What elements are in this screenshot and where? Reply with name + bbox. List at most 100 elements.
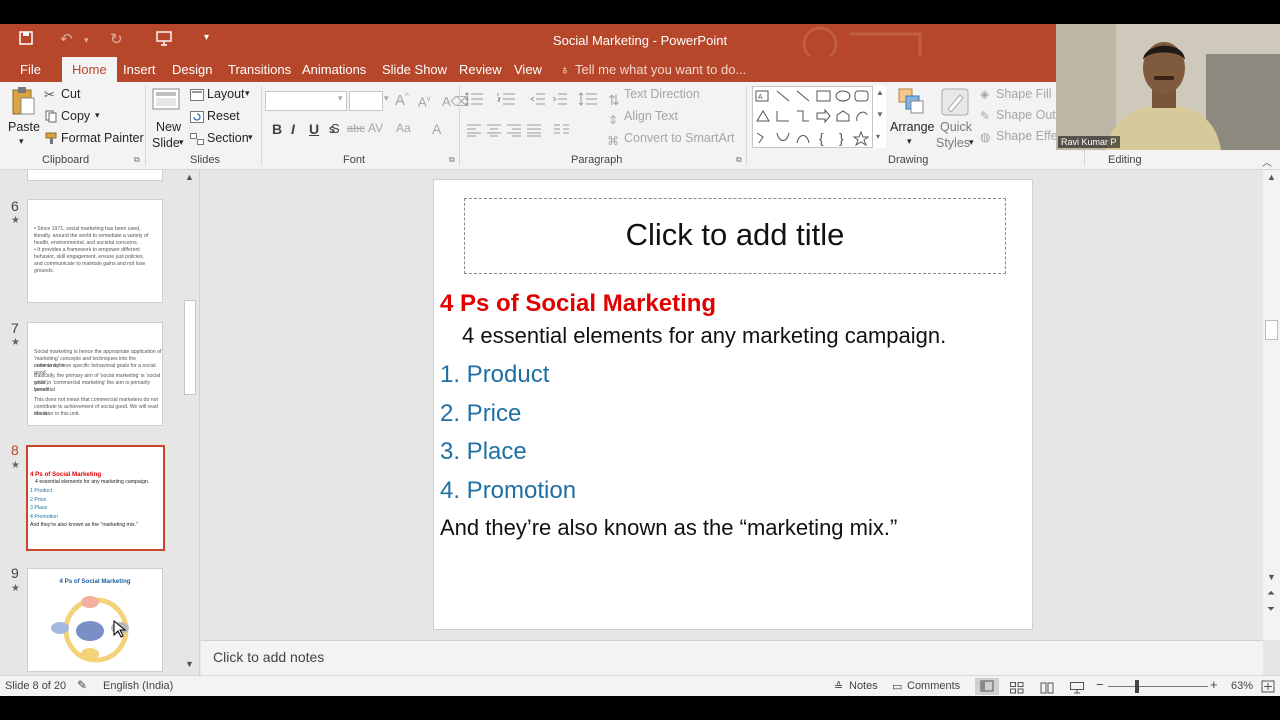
tab-transitions[interactable]: Transitions — [228, 62, 291, 77]
shape-outline-button[interactable]: Shape Outl — [996, 108, 1059, 122]
zoom-in-button[interactable]: + — [1210, 677, 1218, 692]
underline-button[interactable]: U — [309, 121, 319, 137]
slide-list-item[interactable]: 2. Price — [440, 400, 521, 428]
paste-icon[interactable] — [10, 86, 36, 123]
align-text-button[interactable]: Align Text — [624, 109, 678, 123]
line-spacing-icon[interactable] — [578, 91, 598, 112]
zoom-slider[interactable] — [1108, 686, 1208, 687]
thumbnail-scroll-thumb[interactable] — [184, 300, 196, 395]
slide-sorter-icon[interactable] — [1010, 681, 1024, 699]
arrange-dropdown-icon[interactable]: ▾ — [907, 136, 912, 147]
section-dropdown-icon[interactable]: ▾ — [248, 132, 253, 143]
thumbnail-slide-7[interactable]: Social marketing is hence the appropriat… — [27, 322, 163, 426]
slide-closing-text[interactable]: And they’re also known as the “marketing… — [440, 515, 897, 541]
tab-review[interactable]: Review — [459, 62, 502, 77]
justify-icon[interactable] — [526, 123, 542, 142]
spell-check-icon[interactable]: ✎ — [77, 678, 87, 692]
next-slide-icon[interactable]: ⏷ — [1267, 604, 1275, 615]
bullets-icon[interactable] — [465, 92, 485, 111]
slide-show-icon[interactable] — [1070, 681, 1084, 699]
thumbnail-slide-6[interactable]: • Since 1971, social marketing has been … — [27, 199, 163, 303]
increase-font-size-icon[interactable]: A^ — [395, 92, 409, 109]
strikethrough-button[interactable]: abc — [347, 123, 365, 135]
section-button[interactable]: Section — [207, 131, 249, 145]
shapes-gallery[interactable]: A {} — [752, 86, 886, 148]
quick-styles-dropdown-icon[interactable]: ▾ — [969, 137, 974, 148]
tab-slide-show[interactable]: Slide Show — [382, 62, 447, 77]
new-slide-label-2[interactable]: Slide — [152, 136, 180, 150]
previous-slide-icon[interactable]: ⏶ — [1267, 588, 1275, 599]
normal-view-button[interactable] — [975, 678, 999, 695]
decrease-font-size-icon[interactable]: Av — [418, 94, 431, 109]
slide-scrollbar[interactable]: ▲ ▼ ⏶ ⏷ — [1263, 170, 1280, 640]
tab-view[interactable]: View — [514, 62, 542, 77]
thumbnail-slide-9[interactable]: 4 Ps of Social Marketing — [27, 568, 163, 672]
increase-indent-icon[interactable] — [552, 92, 568, 111]
slide-scroll-thumb[interactable] — [1265, 320, 1278, 340]
collapse-ribbon-icon[interactable]: ︿ — [1262, 154, 1272, 169]
zoom-slider-thumb[interactable] — [1135, 680, 1139, 693]
align-center-icon[interactable] — [486, 123, 502, 142]
change-case-icon[interactable]: Aa — [396, 121, 411, 135]
clipboard-launcher-icon[interactable]: ⧉ — [134, 155, 140, 165]
font-launcher-icon[interactable]: ⧉ — [449, 155, 455, 165]
quick-styles-label-2[interactable]: Styles — [936, 136, 970, 150]
reset-button[interactable]: Reset — [207, 109, 240, 123]
slide-subheading[interactable]: 4 essential elements for any marketing c… — [462, 323, 946, 349]
thumbnail-scrollbar[interactable]: ▲ ▼ — [182, 170, 198, 675]
align-right-icon[interactable] — [506, 123, 522, 142]
shape-fill-button[interactable]: Shape Fill — [996, 87, 1052, 101]
thumbnail-slide-5-partial[interactable] — [27, 170, 163, 181]
format-painter-button[interactable]: Format Painter — [61, 131, 144, 145]
thumbnail-slide-8-selected[interactable]: 4 Ps of Social Marketing 4 essential ele… — [26, 445, 165, 551]
font-size-input[interactable] — [349, 91, 383, 111]
paste-button[interactable]: Paste — [8, 120, 40, 134]
tab-design[interactable]: Design — [172, 62, 212, 77]
shadow-icon[interactable]: S — [331, 121, 340, 136]
text-direction-button[interactable]: Text Direction — [624, 87, 700, 101]
zoom-out-button[interactable]: − — [1096, 677, 1104, 692]
slide-list-item[interactable]: 4. Promotion — [440, 477, 576, 505]
font-color-icon[interactable]: A — [432, 121, 441, 137]
slide-canvas[interactable]: Click to add title 4 Ps of Social Market… — [433, 179, 1033, 630]
copy-dropdown-icon[interactable]: ▾ — [95, 110, 100, 121]
title-placeholder[interactable]: Click to add title — [464, 198, 1006, 274]
convert-smartart-button[interactable]: Convert to SmartArt — [624, 131, 734, 145]
slide-list-item[interactable]: 3. Place — [440, 438, 527, 466]
paragraph-launcher-icon[interactable]: ⧉ — [736, 155, 742, 165]
shape-effects-button[interactable]: Shape Effec — [996, 129, 1064, 143]
scroll-down-icon[interactable]: ▼ — [185, 659, 194, 669]
tab-animations[interactable]: Animations — [302, 62, 366, 77]
notes-button[interactable]: Notes — [849, 680, 878, 692]
slide-list-item[interactable]: 1. Product — [440, 361, 549, 389]
scroll-up-icon[interactable]: ▲ — [185, 172, 194, 182]
tab-insert[interactable]: Insert — [123, 62, 156, 77]
align-left-icon[interactable] — [466, 123, 482, 142]
font-family-input[interactable] — [265, 91, 347, 111]
font-family-dropdown-icon[interactable]: ▾ — [338, 93, 343, 104]
arrange-button[interactable]: Arrange — [890, 120, 934, 134]
italic-button[interactable]: I — [291, 121, 295, 137]
scroll-up-icon[interactable]: ▲ — [1267, 172, 1276, 182]
copy-button[interactable]: Copy — [61, 109, 90, 123]
fit-to-window-icon[interactable] — [1261, 680, 1275, 698]
notes-pane[interactable]: Click to add notes — [201, 640, 1263, 675]
cut-button[interactable]: Cut — [61, 87, 80, 101]
tell-me-search[interactable]: Tell me what you want to do... — [575, 62, 746, 77]
slide-heading[interactable]: 4 Ps of Social Marketing — [440, 290, 716, 318]
character-spacing-icon[interactable]: AV — [368, 121, 383, 135]
decrease-indent-icon[interactable] — [530, 92, 546, 111]
layout-button[interactable]: Layout — [207, 87, 245, 101]
bold-button[interactable]: B — [272, 121, 282, 137]
tab-home[interactable]: Home — [62, 57, 117, 82]
scroll-down-icon[interactable]: ▼ — [1267, 572, 1276, 582]
new-slide-label-1[interactable]: New — [156, 120, 181, 134]
new-slide-dropdown-icon[interactable]: ▾ — [179, 137, 184, 148]
shapes-gallery-scroll[interactable]: ▲ ▼ ▾ — [872, 86, 886, 148]
reading-view-icon[interactable] — [1040, 681, 1054, 699]
comments-button[interactable]: Comments — [907, 680, 960, 692]
tab-file[interactable]: File — [20, 62, 41, 77]
quick-styles-label-1[interactable]: Quick — [940, 120, 972, 134]
layout-dropdown-icon[interactable]: ▾ — [245, 88, 250, 99]
numbering-icon[interactable] — [497, 92, 517, 111]
